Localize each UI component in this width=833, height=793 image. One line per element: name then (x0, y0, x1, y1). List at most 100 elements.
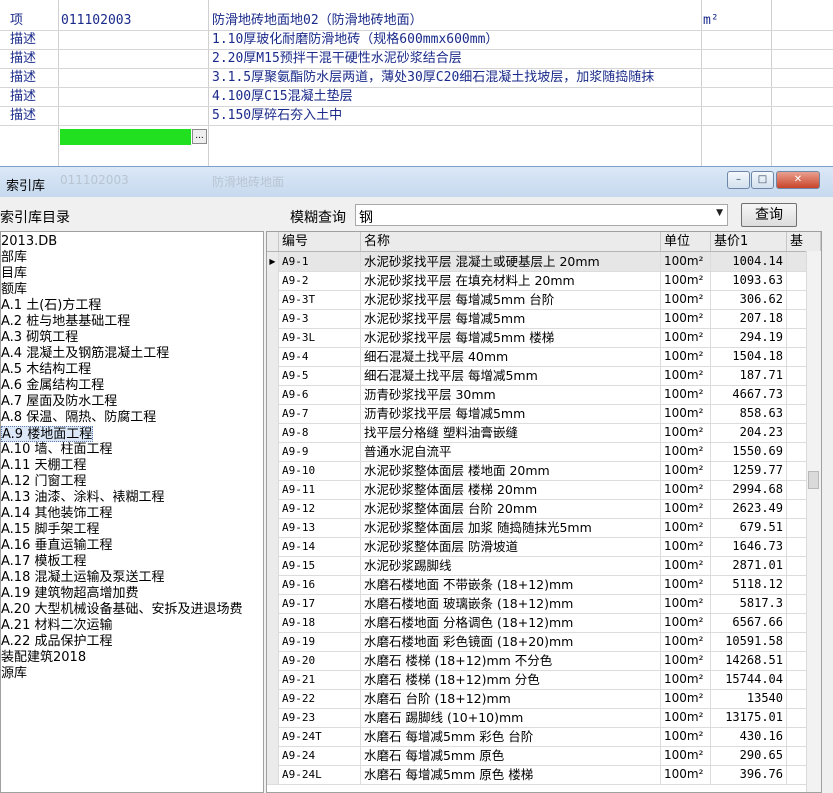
cell-code[interactable]: A9-23 (279, 708, 361, 727)
table-row[interactable]: A9-24L 水磨石 每增减5mm 原色 楼梯 100m² 396.76 (267, 765, 807, 785)
cell-code[interactable]: A9-15 (279, 556, 361, 575)
cell-unit[interactable]: 100m² (661, 518, 711, 537)
cell-code[interactable]: A9-8 (279, 423, 361, 442)
cell-price[interactable]: 1646.73 (711, 537, 787, 556)
cell-ellipsis-button[interactable]: ... (192, 129, 207, 144)
sheet-cell-desc[interactable]: 2.20厚M15预拌干混干硬性水泥砂浆结合层 (212, 49, 700, 68)
cell-name[interactable]: 细石混凝土找平层 40mm (361, 347, 661, 366)
tree-node[interactable]: 目库 (1, 266, 27, 282)
tree-node[interactable]: A.2 桩与地基基础工程 (1, 314, 130, 330)
tree-node[interactable]: A.13 油漆、涂料、裱糊工程 (1, 490, 164, 506)
cell-extra[interactable] (787, 461, 807, 480)
cell-price[interactable]: 306.62 (711, 290, 787, 309)
cell-extra[interactable] (787, 252, 807, 271)
cell-price[interactable]: 187.71 (711, 366, 787, 385)
tree-node[interactable]: A.1 土(石)方工程 (1, 298, 101, 314)
table-row[interactable]: A9-21 水磨石 楼梯 (18+12)mm 分色 100m² 15744.04 (267, 670, 807, 690)
tree-node[interactable]: A.18 混凝土运输及泵送工程 (1, 570, 164, 586)
tree-node[interactable]: 额库 (1, 282, 27, 298)
cell-price[interactable]: 679.51 (711, 518, 787, 537)
cell-code[interactable]: A9-24L (279, 765, 361, 784)
cell-name[interactable]: 水磨石 台阶 (18+12)mm (361, 689, 661, 708)
tree-node[interactable]: A.22 成品保护工程 (1, 634, 112, 650)
cell-price[interactable]: 13175.01 (711, 708, 787, 727)
tree-node[interactable]: A.17 模板工程 (1, 554, 86, 570)
cell-name[interactable]: 水磨石楼地面 彩色镜面 (18+20)mm (361, 632, 661, 651)
cell-extra[interactable] (787, 271, 807, 290)
table-row[interactable]: A9-23 水磨石 踢脚线 (10+10)mm 100m² 13175.01 (267, 708, 807, 728)
dialog-titlebar[interactable]: 索引库 011102003 防滑地砖地面 – □ ✕ (0, 167, 833, 197)
cell-code[interactable]: A9-24T (279, 727, 361, 746)
cell-price[interactable]: 204.23 (711, 423, 787, 442)
cell-unit[interactable]: 100m² (661, 404, 711, 423)
table-row[interactable]: A9-9 普通水泥自流平 100m² 1550.69 (267, 442, 807, 462)
sheet-cell-code[interactable] (61, 87, 206, 106)
cell-price[interactable]: 1004.14 (711, 252, 787, 271)
cell-code[interactable]: A9-3 (279, 309, 361, 328)
sheet-cell-code[interactable] (61, 68, 206, 87)
tree-node[interactable]: 源库 (1, 666, 27, 682)
tree-node[interactable]: A.4 混凝土及钢筋混凝土工程 (1, 346, 169, 362)
cell-unit[interactable]: 100m² (661, 689, 711, 708)
sheet-cell-code[interactable] (61, 30, 206, 49)
sheet-cell-unit[interactable] (703, 87, 769, 106)
sheet-cell-type[interactable]: 描述 (10, 49, 56, 68)
cell-name[interactable]: 水泥砂浆整体面层 防滑坡道 (361, 537, 661, 556)
cell-extra[interactable] (787, 290, 807, 309)
cell-price[interactable]: 15744.04 (711, 670, 787, 689)
cell-extra[interactable] (787, 328, 807, 347)
cell-extra[interactable] (787, 670, 807, 689)
tree-node[interactable]: A.15 脚手架工程 (1, 522, 99, 538)
table-row[interactable]: A9-8 找平层分格缝 塑料油膏嵌缝 100m² 204.23 (267, 423, 807, 443)
table-row[interactable]: A9-20 水磨石 楼梯 (18+12)mm 不分色 100m² 14268.51 (267, 651, 807, 671)
sheet-cell-type[interactable]: 描述 (10, 30, 56, 49)
cell-code[interactable]: A9-12 (279, 499, 361, 518)
cell-unit[interactable]: 100m² (661, 423, 711, 442)
cell-extra[interactable] (787, 708, 807, 727)
cell-name[interactable]: 细石混凝土找平层 每增减5mm (361, 366, 661, 385)
cell-unit[interactable]: 100m² (661, 708, 711, 727)
scrollbar-thumb[interactable] (808, 471, 819, 489)
close-button[interactable]: ✕ (776, 171, 820, 189)
table-row[interactable]: A9-24 水磨石 每增减5mm 原色 100m² 290.65 (267, 746, 807, 766)
table-row[interactable]: A9-17 水磨石楼地面 玻璃嵌条 (18+12)mm 100m² 5817.3 (267, 594, 807, 614)
cell-price[interactable]: 858.63 (711, 404, 787, 423)
fuzzy-search-combobox[interactable]: 钢 ▼ (355, 204, 728, 226)
cell-name[interactable]: 沥青砂浆找平层 30mm (361, 385, 661, 404)
tree-node[interactable]: 部库 (1, 250, 27, 266)
cell-price[interactable]: 207.18 (711, 309, 787, 328)
cell-unit[interactable]: 100m² (661, 537, 711, 556)
sheet-cell-type[interactable]: 描述 (10, 68, 56, 87)
cell-code[interactable]: A9-4 (279, 347, 361, 366)
table-row[interactable]: A9-16 水磨石楼地面 不带嵌条 (18+12)mm 100m² 5118.12 (267, 575, 807, 595)
cell-price[interactable]: 14268.51 (711, 651, 787, 670)
cell-extra[interactable] (787, 385, 807, 404)
library-tree[interactable]: 2013.DB 部库 目库 额库 A.1 土(石)方工程 A.2 桩与地基基础工程 A.3 … (0, 231, 264, 793)
cell-price[interactable]: 10591.58 (711, 632, 787, 651)
sheet-cell-type[interactable]: 描述 (10, 106, 56, 125)
cell-code[interactable]: A9-9 (279, 442, 361, 461)
cell-name[interactable]: 水泥砂浆找平层 每增减5mm 台阶 (361, 290, 661, 309)
cell-extra[interactable] (787, 309, 807, 328)
cell-code[interactable]: A9-13 (279, 518, 361, 537)
active-cell-highlight[interactable] (60, 129, 191, 145)
tree-node[interactable]: 2013.DB (1, 234, 57, 250)
cell-code[interactable]: A9-19 (279, 632, 361, 651)
cell-extra[interactable] (787, 480, 807, 499)
tree-node[interactable]: 装配建筑2018 (1, 650, 86, 666)
cell-unit[interactable]: 100m² (661, 632, 711, 651)
cell-unit[interactable]: 100m² (661, 746, 711, 765)
tree-node[interactable]: A.10 墙、柱面工程 (1, 442, 112, 458)
table-row[interactable]: A9-19 水磨石楼地面 彩色镜面 (18+20)mm 100m² 10591.58 (267, 632, 807, 652)
sheet-cell-unit[interactable]: m² (703, 11, 769, 30)
sheet-cell-desc[interactable]: 5.150厚碎石夯入土中 (212, 106, 700, 125)
cell-unit[interactable]: 100m² (661, 271, 711, 290)
sheet-cell-unit[interactable] (703, 68, 769, 87)
cell-name[interactable]: 水泥砂浆整体面层 楼地面 20mm (361, 461, 661, 480)
cell-price[interactable]: 6567.66 (711, 613, 787, 632)
cell-extra[interactable] (787, 727, 807, 746)
cell-code[interactable]: A9-10 (279, 461, 361, 480)
cell-price[interactable]: 2871.01 (711, 556, 787, 575)
cell-extra[interactable] (787, 594, 807, 613)
cell-name[interactable]: 水磨石 每增减5mm 原色 (361, 746, 661, 765)
